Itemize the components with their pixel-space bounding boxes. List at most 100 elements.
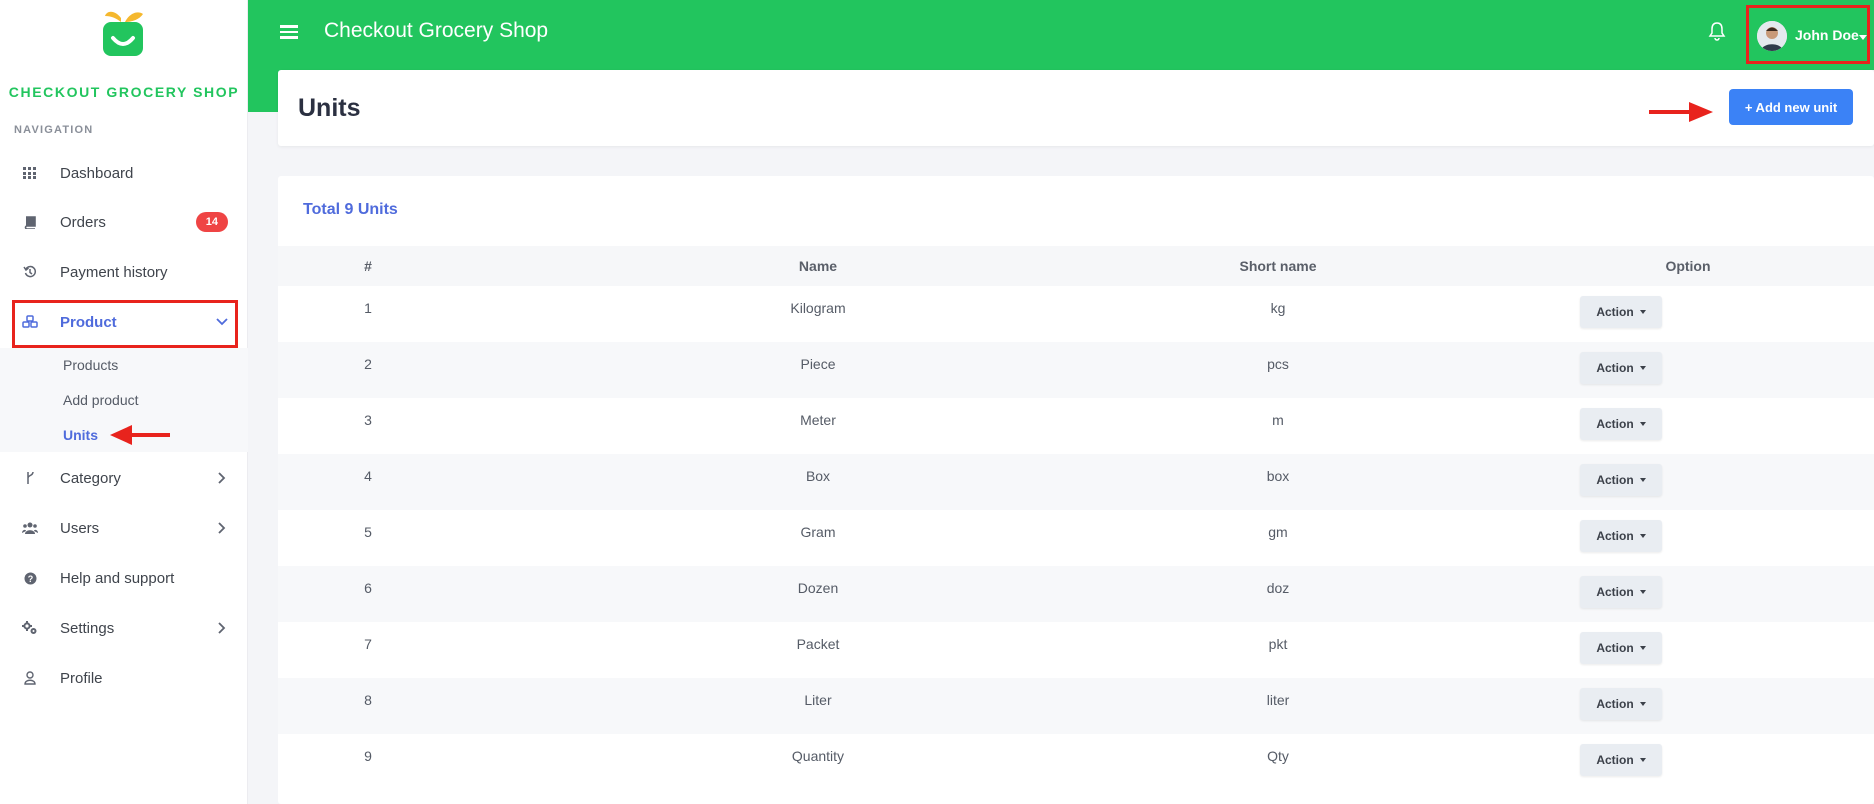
action-label: Action: [1596, 305, 1634, 319]
cell-name: Quantity: [791, 748, 845, 764]
action-label: Action: [1596, 529, 1634, 543]
cell-short-name: gm: [1268, 524, 1288, 540]
sidebar-item-label: Orders: [60, 213, 106, 231]
caret-down-icon: [1639, 646, 1646, 650]
table-row: 2 Piece pcs Action: [278, 342, 1874, 398]
menu-toggle-icon[interactable]: [280, 22, 298, 40]
page-title: Units: [298, 94, 361, 122]
cell-number: 7: [364, 636, 372, 652]
bell-icon[interactable]: [1706, 20, 1728, 42]
sidebar-item-dashboard[interactable]: Dashboard: [0, 149, 248, 197]
nav-caption: NAVIGATION: [14, 124, 94, 136]
user-icon: [22, 670, 38, 686]
history-icon: [22, 264, 38, 280]
table-row: 4 Box box Action: [278, 454, 1874, 510]
sidebar-item-label: Category: [60, 469, 121, 487]
cell-name: Dozen: [797, 580, 839, 596]
column-header-short-name: Short name: [1239, 258, 1317, 274]
table-header: # Name Short name Option: [278, 246, 1874, 286]
chevron-right-icon: [216, 472, 228, 484]
cell-number: 5: [364, 524, 372, 540]
logo[interactable]: CHECKOUT GROCERY SHOP: [0, 4, 248, 104]
cell-short-name: doz: [1266, 580, 1290, 596]
caret-down-icon: [1639, 366, 1646, 370]
caret-down-icon: [1639, 534, 1646, 538]
cell-short-name: box: [1266, 468, 1290, 484]
action-label: Action: [1596, 697, 1634, 711]
cell-number: 2: [364, 356, 372, 372]
action-dropdown-button[interactable]: Action: [1580, 352, 1662, 384]
sidebar-item-category[interactable]: Category: [0, 454, 248, 502]
user-menu[interactable]: John Doe: [1746, 5, 1870, 64]
action-dropdown-button[interactable]: Action: [1580, 688, 1662, 720]
caret-down-icon: [1639, 702, 1646, 706]
units-table-card: Total 9 Units # Name Short name Option 1…: [278, 176, 1874, 804]
caret-down-icon: [1639, 310, 1646, 314]
sidebar: CHECKOUT GROCERY SHOP NAVIGATION Dashboa…: [0, 0, 248, 804]
total-units-label: Total 9 Units: [303, 201, 398, 218]
cell-short-name: m: [1272, 412, 1284, 428]
cell-number: 3: [364, 412, 372, 428]
sidebar-item-payment-history[interactable]: Payment history: [0, 248, 248, 296]
action-dropdown-button[interactable]: Action: [1580, 520, 1662, 552]
sidebar-item-orders[interactable]: Orders 14: [0, 198, 248, 246]
column-header-option: Option: [1665, 258, 1711, 274]
action-label: Action: [1596, 473, 1634, 487]
code-branch-icon: [22, 470, 38, 486]
caret-down-icon: [1639, 478, 1646, 482]
brand-name: CHECKOUT GROCERY SHOP: [8, 84, 240, 100]
sidebar-item-settings[interactable]: Settings: [0, 604, 248, 652]
cell-name: Packet: [796, 636, 840, 652]
submenu-item-add-product[interactable]: Add product: [63, 392, 139, 408]
shop-logo-icon: [103, 11, 143, 56]
table-row: 7 Packet pkt Action: [278, 622, 1874, 678]
sidebar-item-label: Profile: [60, 669, 103, 687]
action-label: Action: [1596, 585, 1634, 599]
question-circle-icon: ?: [22, 570, 38, 586]
pointer-arrow-icon: [110, 425, 170, 445]
orders-count-badge: 14: [195, 212, 228, 232]
page-header: Units + Add new unit: [278, 70, 1874, 146]
cell-number: 1: [364, 300, 372, 316]
action-dropdown-button[interactable]: Action: [1580, 408, 1662, 440]
grid-icon: [22, 165, 38, 181]
users-icon: [22, 520, 38, 536]
action-dropdown-button[interactable]: Action: [1580, 744, 1662, 776]
cell-number: 4: [364, 468, 372, 484]
sidebar-item-profile[interactable]: Profile: [0, 654, 248, 702]
avatar: [1757, 21, 1787, 51]
sidebar-item-label: Help and support: [60, 569, 175, 587]
action-dropdown-button[interactable]: Action: [1580, 576, 1662, 608]
action-dropdown-button[interactable]: Action: [1580, 296, 1662, 328]
cell-name: Gram: [800, 524, 836, 540]
action-label: Action: [1596, 753, 1634, 767]
book-icon: [22, 214, 38, 230]
cell-short-name: liter: [1266, 692, 1290, 708]
sidebar-item-users[interactable]: Users: [0, 504, 248, 552]
chevron-right-icon: [216, 522, 228, 534]
action-dropdown-button[interactable]: Action: [1580, 464, 1662, 496]
caret-down-icon: [1639, 590, 1646, 594]
submenu-item-products[interactable]: Products: [63, 357, 118, 373]
table-row: 1 Kilogram kg Action: [278, 286, 1874, 342]
product-highlight-box: [12, 300, 238, 348]
table-row: 8 Liter liter Action: [278, 678, 1874, 734]
app-title: Checkout Grocery Shop: [324, 19, 549, 42]
cell-number: 9: [364, 748, 372, 764]
sidebar-item-help[interactable]: ? Help and support: [0, 554, 248, 602]
table-row: 6 Dozen doz Action: [278, 566, 1874, 622]
cell-short-name: pkt: [1268, 636, 1288, 652]
sidebar-item-label: Dashboard: [60, 164, 134, 182]
cell-name: Meter: [800, 412, 836, 428]
chevron-right-icon: [216, 622, 228, 634]
column-header-name: Name: [798, 258, 838, 274]
submenu-item-units[interactable]: Units: [63, 427, 98, 443]
table-row: 3 Meter m Action: [278, 398, 1874, 454]
cell-short-name: kg: [1270, 300, 1286, 316]
caret-down-icon: [1859, 35, 1867, 40]
cell-name: Kilogram: [790, 300, 846, 316]
add-new-unit-button[interactable]: + Add new unit: [1729, 89, 1853, 125]
column-header-number: #: [364, 258, 372, 274]
caret-down-icon: [1639, 422, 1646, 426]
action-dropdown-button[interactable]: Action: [1580, 632, 1662, 664]
